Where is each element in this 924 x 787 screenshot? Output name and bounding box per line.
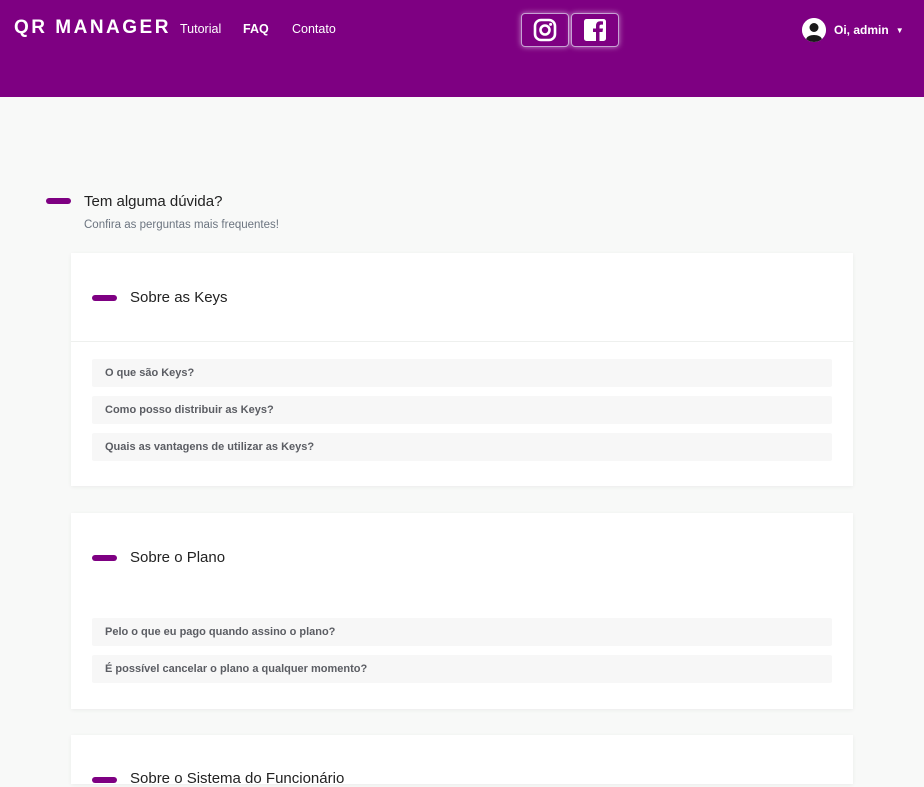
page-title: Tem alguma dúvida?	[84, 193, 223, 210]
avatar	[802, 18, 826, 42]
top-navbar: QR MANAGER Tutorial FAQ Contato Oi, admi…	[0, 0, 924, 97]
card-divider	[71, 341, 853, 342]
card-title: Sobre as Keys	[130, 289, 228, 306]
faq-question-item[interactable]: É possível cancelar o plano a qualquer m…	[92, 655, 832, 683]
chevron-down-icon: ▼	[895, 25, 904, 35]
card-title: Sobre o Sistema do Funcionário	[130, 770, 345, 787]
card-accent-bar	[92, 555, 117, 561]
card-accent-bar	[92, 295, 117, 301]
nav-link-faq[interactable]: FAQ	[243, 22, 269, 36]
instagram-button[interactable]	[521, 13, 569, 47]
facebook-icon	[584, 19, 606, 41]
nav-link-contato[interactable]: Contato	[292, 22, 336, 36]
page-subtitle: Confira as perguntas mais frequentes!	[84, 219, 279, 231]
faq-question-item[interactable]: Como posso distribuir as Keys?	[92, 396, 832, 424]
user-menu-dropdown[interactable]: Oi, admin ▼	[802, 17, 904, 43]
faq-card-plano: Sobre o Plano Pelo o que eu pago quando …	[71, 513, 853, 709]
faq-card-keys: Sobre as Keys O que são Keys? Como posso…	[71, 253, 853, 486]
faq-question-item[interactable]: Quais as vantagens de utilizar as Keys?	[92, 433, 832, 461]
faq-question-item[interactable]: O que são Keys?	[92, 359, 832, 387]
card-accent-bar	[92, 777, 117, 783]
facebook-button[interactable]	[571, 13, 619, 47]
card-title: Sobre o Plano	[130, 549, 226, 566]
user-greeting: Oi, admin	[834, 23, 889, 37]
brand-logo[interactable]: QR MANAGER	[14, 17, 171, 39]
nav-link-tutorial[interactable]: Tutorial	[180, 22, 221, 36]
heading-accent-bar	[46, 198, 71, 204]
faq-question-item[interactable]: Pelo o que eu pago quando assino o plano…	[92, 618, 832, 646]
instagram-icon	[533, 18, 557, 42]
faq-card-funcionario: Sobre o Sistema do Funcionário	[71, 735, 853, 787]
